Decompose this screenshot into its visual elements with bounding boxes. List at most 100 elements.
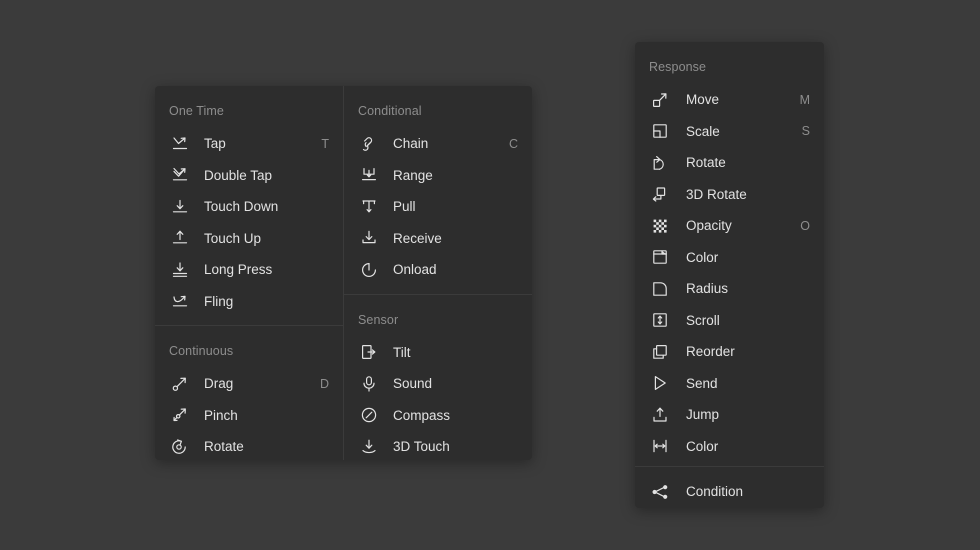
section-sensor: Sensor Tilt Sound Compass 3D Touch — [344, 293, 532, 471]
onload-icon — [358, 259, 380, 281]
menu-item-pull[interactable]: Pull — [344, 191, 532, 223]
menu-item-reorder[interactable]: Reorder — [635, 336, 824, 368]
menu-item-shortcut: D — [319, 376, 329, 391]
menu-item-label: Sound — [393, 376, 433, 392]
menu-item-scroll[interactable]: Scroll — [635, 305, 824, 337]
menu-item-long-press[interactable]: Long Press — [155, 254, 343, 286]
tap-icon — [169, 133, 191, 155]
section-title-one-time: One Time — [169, 104, 224, 118]
menu-item-label: Double Tap — [204, 167, 273, 183]
menu-item-label: Rotate — [204, 439, 244, 455]
menu-item-send[interactable]: Send — [635, 368, 824, 400]
menu-item-label: Rotate — [686, 155, 726, 171]
rotate-gesture-icon — [169, 436, 191, 458]
fling-icon — [169, 290, 191, 312]
menu-item-chain[interactable]: Chain C — [344, 128, 532, 160]
menu-item-label: Send — [686, 375, 718, 391]
menu-item-tilt[interactable]: Tilt — [344, 337, 532, 369]
menu-item-label: Radius — [686, 281, 729, 297]
menu-item-onload[interactable]: Onload — [344, 254, 532, 286]
section-conditional: Conditional Chain C Range Pull Receive O… — [344, 86, 532, 294]
section-one-time: One Time Tap T Double Tap Touch Down Tou… — [155, 86, 343, 325]
menu-item-condition[interactable]: Condition — [635, 476, 824, 508]
drag-icon — [169, 373, 191, 395]
compass-icon — [358, 404, 380, 426]
section-title-sensor: Sensor — [358, 312, 399, 327]
menu-item-range[interactable]: Range — [344, 160, 532, 192]
menu-item-fling[interactable]: Fling — [155, 286, 343, 318]
menu-item-jump[interactable]: Jump — [635, 399, 824, 431]
section-continuous: Continuous Drag D Pinch Rotate — [155, 325, 343, 471]
chain-icon — [358, 133, 380, 155]
menu-item-compass[interactable]: Compass — [344, 400, 532, 432]
menu-item-label: Scale — [686, 123, 720, 139]
jump-icon — [649, 404, 671, 426]
menu-item-color-fill[interactable]: Color — [635, 242, 824, 274]
section-title-conditional: Conditional — [358, 104, 422, 118]
menu-item-label: Move — [686, 92, 720, 108]
tilt-icon — [358, 341, 380, 363]
menu-item-tap[interactable]: Tap T — [155, 128, 343, 160]
menu-item-label: 3D Touch — [393, 439, 450, 455]
send-icon — [649, 372, 671, 394]
menu-item-rotate[interactable]: Rotate — [635, 147, 824, 179]
menu-item-shortcut: M — [799, 92, 810, 107]
three-d-rotate-icon — [649, 183, 671, 205]
scroll-icon — [649, 309, 671, 331]
double-tap-icon — [169, 164, 191, 186]
menu-item-shortcut: T — [321, 136, 329, 151]
touch-down-icon — [169, 196, 191, 218]
menu-item-scale[interactable]: Scale S — [635, 116, 824, 148]
menu-item-label: Chain — [393, 136, 429, 152]
menu-item-label: Compass — [393, 407, 451, 423]
menu-item-3d-touch[interactable]: 3D Touch — [344, 431, 532, 463]
gesture-column-one: One Time Tap T Double Tap Touch Down Tou… — [155, 86, 344, 460]
menu-item-label: 3D Rotate — [686, 186, 747, 202]
reorder-icon — [649, 341, 671, 363]
scale-icon — [649, 120, 671, 142]
menu-item-label: Range — [393, 167, 433, 183]
menu-item-3d-rotate[interactable]: 3D Rotate — [635, 179, 824, 211]
range-icon — [358, 164, 380, 186]
receive-icon — [358, 227, 380, 249]
menu-item-receive[interactable]: Receive — [344, 223, 532, 255]
menu-item-move[interactable]: Move M — [635, 84, 824, 116]
menu-item-label: Scroll — [686, 312, 720, 328]
menu-item-label: Tap — [204, 136, 226, 152]
menu-item-sound[interactable]: Sound — [344, 368, 532, 400]
menu-item-label: Fling — [204, 293, 234, 309]
menu-item-pinch[interactable]: Pinch — [155, 400, 343, 432]
color-width-icon — [649, 435, 671, 457]
menu-item-label: Touch Up — [204, 230, 262, 246]
menu-item-double-tap[interactable]: Double Tap — [155, 160, 343, 192]
menu-item-drag[interactable]: Drag D — [155, 368, 343, 400]
menu-item-touch-down[interactable]: Touch Down — [155, 191, 343, 223]
menu-item-shortcut: C — [508, 136, 518, 151]
menu-item-label: Jump — [686, 407, 720, 423]
menu-item-label: Onload — [393, 262, 437, 278]
section-title-continuous: Continuous — [169, 344, 234, 358]
long-press-icon — [169, 259, 191, 281]
menu-item-opacity[interactable]: Opacity O — [635, 210, 824, 242]
response-panel-footer: Condition — [635, 466, 824, 517]
menu-item-shortcut: S — [801, 124, 810, 139]
gesture-column-two: Conditional Chain C Range Pull Receive O… — [344, 86, 532, 460]
menu-item-label: Long Press — [204, 262, 273, 278]
menu-item-label: Drag — [204, 376, 234, 392]
menu-item-color-width[interactable]: Color — [635, 431, 824, 463]
opacity-icon — [649, 215, 671, 237]
touch-up-icon — [169, 227, 191, 249]
menu-item-touch-up[interactable]: Touch Up — [155, 223, 343, 255]
menu-item-label: Opacity — [686, 218, 732, 234]
menu-item-shortcut: O — [800, 218, 810, 233]
gesture-panel: One Time Tap T Double Tap Touch Down Tou… — [155, 86, 532, 460]
microphone-icon — [358, 373, 380, 395]
pull-icon — [358, 196, 380, 218]
condition-icon — [649, 481, 671, 503]
response-panel: Response Move M Scale S Rotate 3D Rotate… — [635, 42, 824, 508]
menu-item-label: Tilt — [393, 344, 411, 360]
menu-item-radius[interactable]: Radius — [635, 273, 824, 305]
menu-item-label: Pull — [393, 199, 416, 215]
menu-item-rotate-gesture[interactable]: Rotate — [155, 431, 343, 463]
menu-item-label: Receive — [393, 230, 442, 246]
